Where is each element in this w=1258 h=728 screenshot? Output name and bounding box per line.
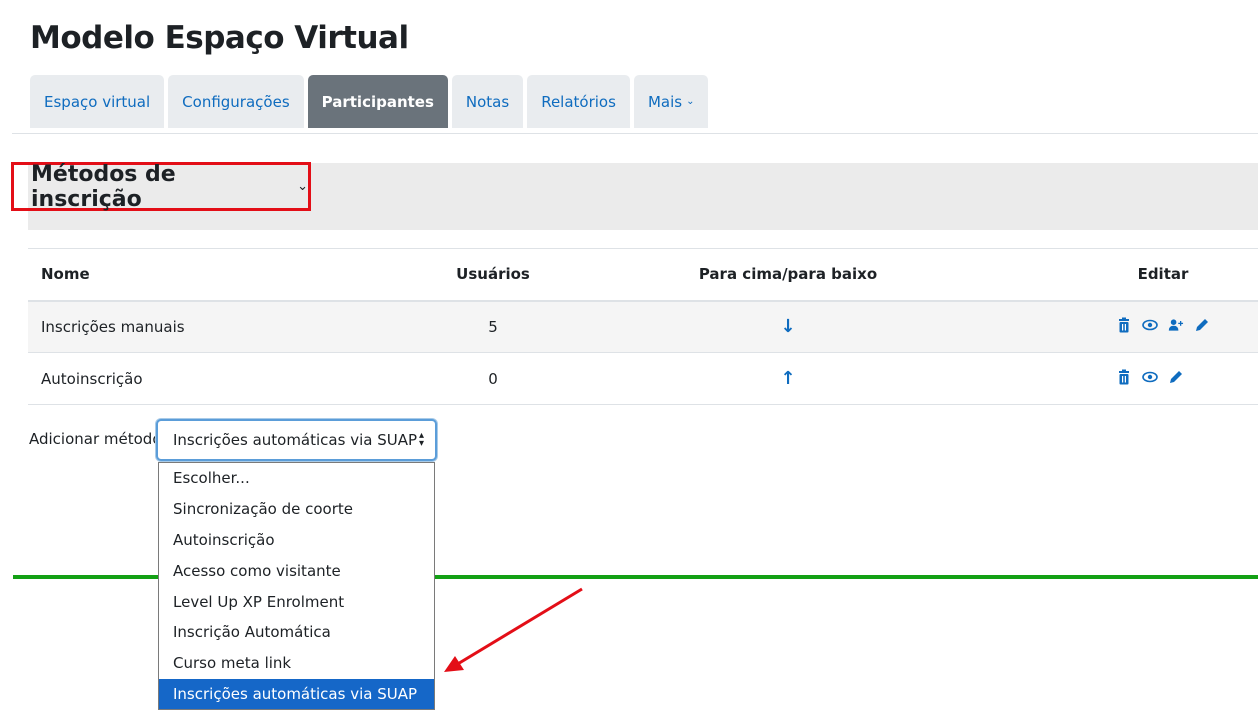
annotation-arrow-icon xyxy=(444,587,583,672)
